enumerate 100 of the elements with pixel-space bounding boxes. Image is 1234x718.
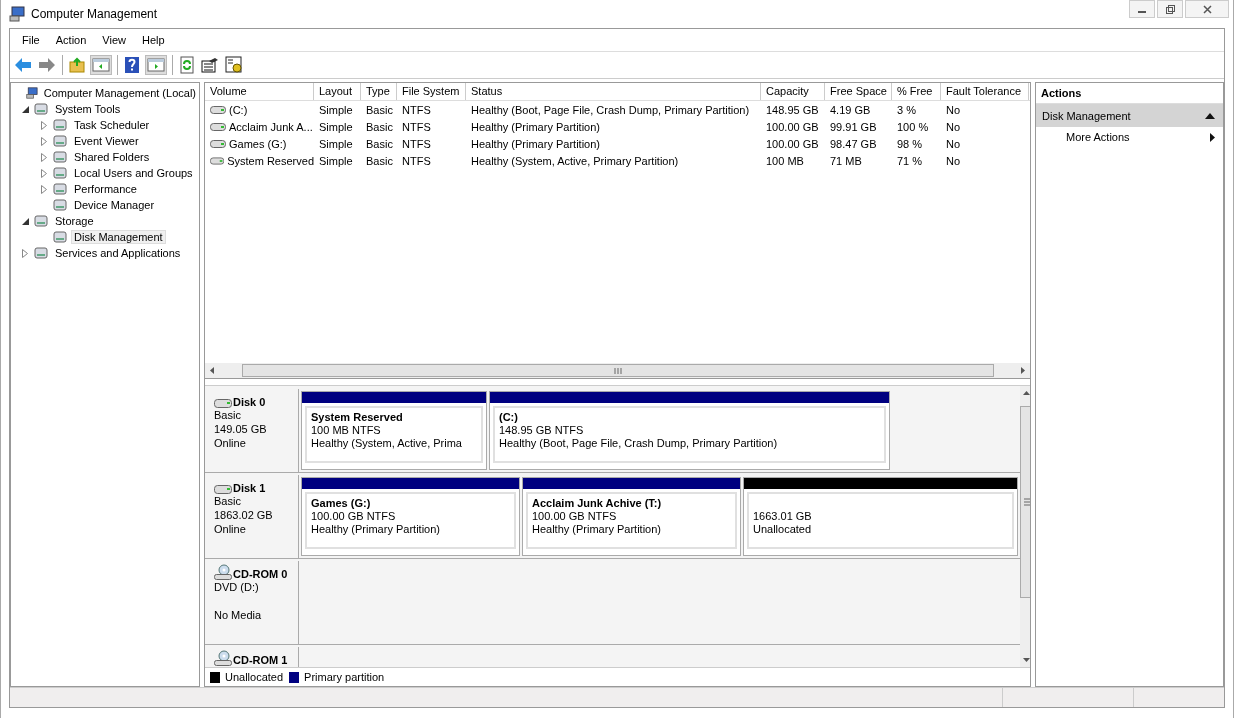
partition-block[interactable]: Games (G:) 100.00 GB NTFS Healthy (Primary Partition) (301, 477, 520, 556)
grip-icon (613, 367, 622, 374)
scrollbar-thumb[interactable] (241, 364, 994, 377)
node-icon (52, 197, 68, 213)
disk-detail: Online (214, 522, 247, 536)
expand-arrow-icon[interactable] (41, 168, 47, 178)
table-cell: NTFS (402, 103, 431, 116)
disk-detail: Basic (214, 408, 242, 422)
table-cell: Simple (319, 137, 353, 150)
computer-icon (9, 6, 25, 22)
node-icon (52, 149, 68, 165)
column-header[interactable]: Volume (205, 83, 314, 100)
back-icon[interactable] (14, 57, 32, 73)
table-cell: NTFS (402, 120, 431, 133)
partition-block[interactable]: 1663.01 GB Unallocated (743, 477, 1018, 556)
folder-up-icon[interactable] (69, 57, 85, 73)
expand-arrow-icon[interactable] (22, 248, 28, 258)
column-header[interactable]: Type (361, 83, 397, 100)
tree-item[interactable]: Computer Management (Local) (40, 86, 199, 100)
column-header[interactable]: Capacity (761, 83, 825, 100)
table-cell: Games (G:) (229, 137, 287, 150)
vertical-scrollbar[interactable] (1020, 386, 1030, 667)
table-cell: 100.00 GB (766, 120, 819, 133)
restore-button[interactable] (1157, 0, 1183, 18)
disk-name: CD-ROM 1 (233, 654, 288, 666)
expand-arrow-icon[interactable] (41, 152, 47, 162)
tree-item[interactable]: Storage (52, 214, 97, 228)
partition-size: 100 MB NTFS (311, 424, 382, 437)
partition-name: System Reserved (311, 411, 404, 424)
table-cell: No (946, 103, 961, 116)
tree-item[interactable]: Local Users and Groups (71, 166, 196, 180)
partition-status: Healthy (Boot, Page File, Crash Dump, Primary Partition) (499, 437, 779, 450)
scroll-left-icon[interactable] (209, 367, 216, 374)
column-header[interactable]: Layout (314, 83, 361, 100)
pane-icon[interactable] (146, 56, 166, 74)
column-header[interactable]: Status (466, 83, 761, 100)
minimize-button[interactable] (1129, 0, 1155, 18)
refresh-icon[interactable] (179, 56, 195, 74)
restore-icon (1165, 4, 1175, 14)
help-icon[interactable] (124, 56, 140, 74)
menu-item[interactable]: Action (47, 34, 95, 46)
collapse-arrow-icon[interactable] (21, 105, 29, 113)
column-header[interactable]: % Free (892, 83, 941, 100)
partition-size: 100.00 GB NTFS (311, 510, 397, 523)
action-link[interactable]: More Actions (1036, 127, 1223, 147)
actions-section-header[interactable]: Disk Management (1036, 104, 1223, 127)
node-icon (52, 133, 68, 149)
table-cell: No (946, 137, 961, 150)
table-cell: NTFS (402, 137, 431, 150)
scrollbar-thumb[interactable] (1020, 405, 1030, 598)
close-button[interactable] (1185, 0, 1229, 18)
properties-icon[interactable] (201, 57, 219, 73)
tree-item[interactable]: Disk Management (71, 230, 166, 244)
table-cell: No (946, 154, 961, 167)
collapse-arrow-icon[interactable] (21, 217, 29, 225)
tree-item[interactable]: Shared Folders (71, 150, 153, 164)
disk-detail: No Media (214, 608, 263, 622)
column-header[interactable]: Fault Tolerance (941, 83, 1029, 100)
expand-arrow-icon[interactable] (41, 184, 47, 194)
collapse-arrow-icon[interactable] (1205, 112, 1215, 119)
legend-label: Unallocated (225, 671, 284, 683)
table-cell: Simple (319, 103, 353, 116)
tree-item[interactable]: System Tools (52, 102, 124, 116)
disk-detail: 149.05 GB (214, 422, 268, 436)
tree-item[interactable]: Services and Applications (52, 246, 184, 260)
settings-icon[interactable] (225, 56, 243, 74)
tree-item[interactable]: Event Viewer (71, 134, 142, 148)
tree-item[interactable]: Device Manager (71, 198, 158, 212)
horizontal-scrollbar[interactable] (205, 363, 1030, 378)
forward-icon[interactable] (38, 57, 56, 73)
table-cell: Healthy (Primary Partition) (471, 120, 600, 133)
computer-icon (25, 85, 38, 101)
scroll-up-icon[interactable] (1023, 390, 1030, 395)
expand-arrow-icon[interactable] (41, 136, 47, 146)
tree-item[interactable]: Task Scheduler (71, 118, 153, 132)
scroll-right-icon[interactable] (1019, 367, 1026, 374)
tree-item[interactable]: Performance (71, 182, 140, 196)
table-cell: 71 % (897, 154, 923, 167)
table-cell: 99.91 GB (830, 120, 877, 133)
table-cell: Basic (366, 154, 393, 167)
disk-detail: 1863.02 GB (214, 508, 274, 522)
disk-detail: Online (214, 436, 247, 450)
table-cell: Basic (366, 103, 393, 116)
disk-name: CD-ROM 0 (233, 568, 288, 580)
menu-item[interactable]: Help (133, 34, 173, 46)
expand-arrow-icon[interactable] (41, 120, 47, 130)
optical-drive-icon (214, 564, 232, 580)
table-cell: 98.47 GB (830, 137, 877, 150)
partition-block[interactable]: System Reserved 100 MB NTFS Healthy (System, Active, Prima (301, 391, 487, 470)
drive-icon (214, 399, 232, 408)
column-header[interactable]: Free Space (825, 83, 892, 100)
table-cell: Healthy (Primary Partition) (471, 137, 600, 150)
pane-icon[interactable] (91, 56, 111, 74)
column-header[interactable]: File System (397, 83, 466, 100)
menu-item[interactable]: File (14, 34, 48, 46)
scroll-down-icon[interactable] (1023, 658, 1030, 663)
partition-block[interactable]: (C:) 148.95 GB NTFS Healthy (Boot, Page File, Crash Dump, Primary Partition) (489, 391, 890, 470)
table-cell: Simple (319, 154, 353, 167)
partition-block[interactable]: Acclaim Junk Achive (T:) 100.00 GB NTFS Healthy (Primary Partition) (522, 477, 741, 556)
menu-item[interactable]: View (94, 34, 134, 46)
